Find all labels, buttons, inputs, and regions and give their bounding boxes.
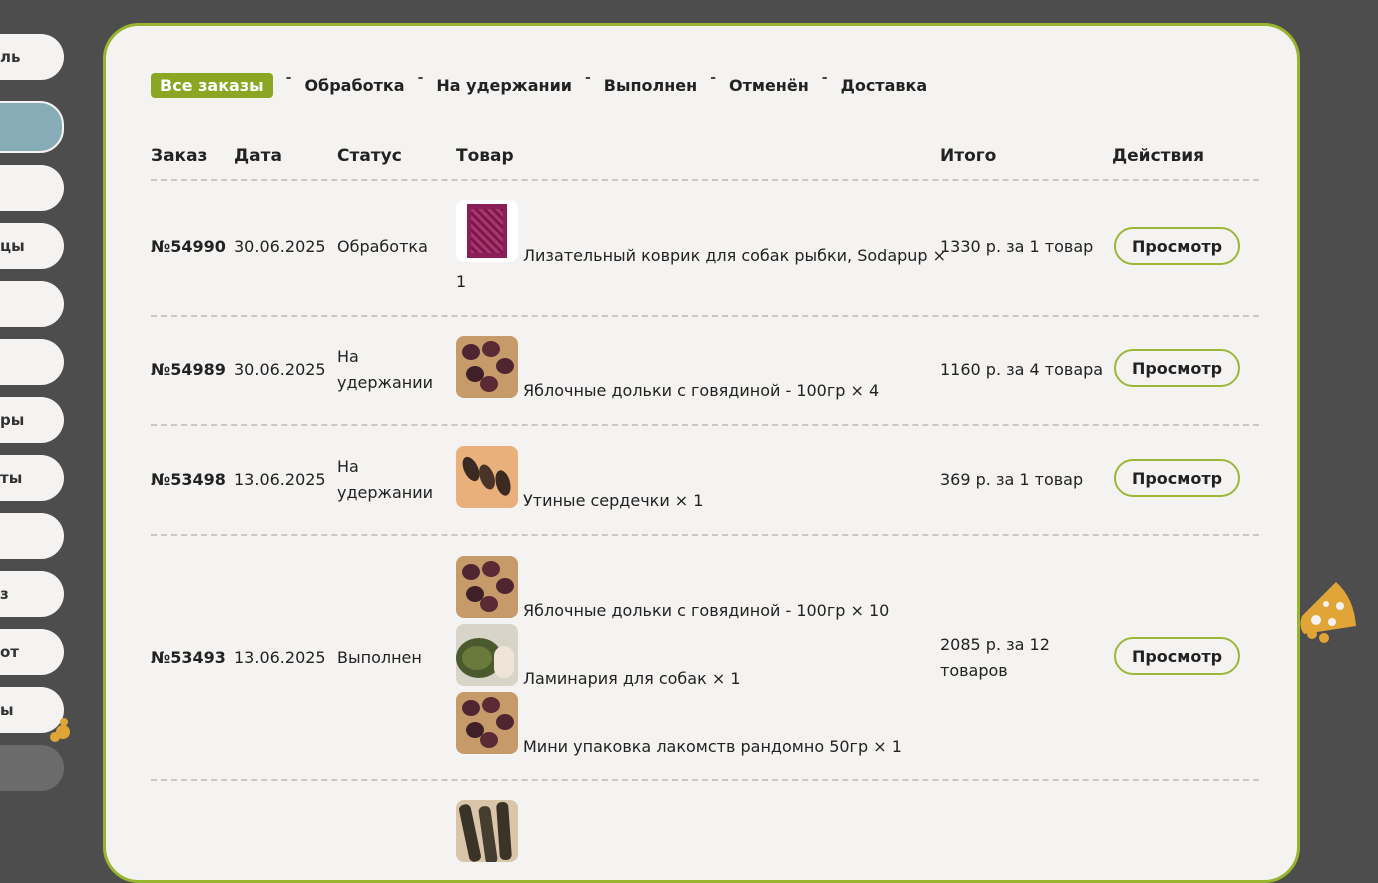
view-order-button[interactable]: Просмотр (1114, 349, 1240, 387)
view-order-button[interactable]: Просмотр (1114, 637, 1240, 675)
sidebar-item-label: ль (0, 48, 21, 66)
sidebar-item-3[interactable]: цы (0, 223, 64, 269)
divider (151, 179, 1259, 181)
product-thumbnail[interactable] (456, 556, 518, 618)
order-date: 13.06.2025 (234, 470, 326, 489)
sidebar-item-label: ры (0, 411, 25, 429)
product-quantity: 1 (456, 272, 467, 291)
order-total: 369 р. за 1 товар (940, 470, 1084, 489)
tab-on-hold[interactable]: На удержании (436, 73, 572, 98)
view-order-button[interactable]: Просмотр (1114, 227, 1240, 265)
order-status: Обработка (337, 237, 428, 256)
sidebar-item-8[interactable] (0, 513, 64, 559)
sidebar-item-label: з (0, 585, 9, 603)
product-name[interactable]: Яблочные дольки с говядиной - 100гр × 10 (523, 601, 889, 620)
order-filter-tabs: Все заказы - Обработка - На удержании - … (151, 69, 928, 98)
sidebar-item-9[interactable]: з (0, 571, 64, 617)
divider (151, 424, 1259, 426)
order-date: 13.06.2025 (234, 648, 326, 667)
order-number[interactable]: №54989 (151, 357, 226, 383)
order-total: 1330 р. за 1 товар (940, 237, 1094, 256)
product-name[interactable]: Мини упаковка лакомств рандомно 50гр × 1 (523, 737, 902, 756)
sidebar-item-label: ты (0, 469, 23, 487)
tab-separator: - (821, 69, 828, 86)
order-date: 30.06.2025 (234, 237, 326, 256)
tab-separator: - (417, 69, 424, 86)
order-status: На удержании (337, 347, 434, 392)
tab-cancelled[interactable]: Отменён (729, 73, 809, 98)
tab-separator: - (710, 69, 716, 86)
tab-separator: - (285, 69, 292, 86)
product-name[interactable]: Ламинария для собак × 1 (523, 669, 741, 688)
sidebar-item-11[interactable]: ы (0, 687, 64, 733)
product-thumbnail[interactable] (456, 624, 518, 686)
cheese-icon (1300, 582, 1356, 643)
order-status: На удержании (337, 457, 434, 502)
product-thumbnail[interactable] (456, 692, 518, 754)
sidebar-item-7[interactable]: ты (0, 455, 64, 501)
sidebar-item-10[interactable]: от (0, 629, 64, 675)
product-thumbnail[interactable] (456, 200, 518, 262)
sidebar-item-5[interactable] (0, 339, 64, 385)
tab-completed[interactable]: Выполнен (604, 73, 697, 98)
order-number[interactable]: №53498 (151, 467, 226, 493)
column-header-product: Товар (456, 146, 514, 166)
sidebar-item-2[interactable] (0, 165, 64, 211)
order-status: Выполнен (337, 648, 422, 667)
order-total: 2085 р. за 12 товаров (940, 635, 1050, 680)
product-name[interactable]: Лизательный коврик для собак рыбки, Soda… (523, 246, 946, 265)
column-header-order: Заказ (151, 146, 208, 166)
order-number[interactable]: №53493 (151, 645, 226, 671)
divider (151, 779, 1259, 781)
product-thumbnail[interactable] (456, 336, 518, 398)
column-header-actions: Действия (1112, 146, 1205, 166)
product-name[interactable]: Утиные сердечки × 1 (523, 491, 703, 510)
column-header-date: Дата (234, 146, 282, 166)
sidebar-item-1[interactable] (0, 101, 64, 153)
product-thumbnail[interactable] (456, 446, 518, 508)
sidebar-item-12[interactable] (0, 745, 64, 791)
sidebar-item-label: от (0, 643, 19, 661)
orders-panel: Все заказы - Обработка - На удержании - … (103, 23, 1300, 883)
divider (151, 315, 1259, 317)
order-number[interactable]: №54990 (151, 234, 226, 260)
sidebar-item-0[interactable]: ль (0, 34, 64, 80)
view-order-button[interactable]: Просмотр (1114, 459, 1240, 497)
sidebar-item-label: цы (0, 237, 25, 255)
tab-all-orders[interactable]: Все заказы (151, 73, 273, 98)
column-header-status: Статус (337, 146, 402, 166)
tab-separator: - (584, 69, 591, 86)
divider (151, 534, 1259, 536)
sidebar-item-4[interactable] (0, 281, 64, 327)
product-name[interactable]: Яблочные дольки с говядиной - 100гр × 4 (523, 381, 879, 400)
sidebar-item-label: ы (0, 701, 14, 719)
order-total: 1160 р. за 4 товара (940, 360, 1104, 379)
tab-delivery[interactable]: Доставка (841, 73, 928, 98)
column-header-total: Итого (940, 146, 997, 166)
product-thumbnail[interactable] (456, 800, 518, 862)
tab-processing[interactable]: Обработка (304, 73, 404, 98)
order-date: 30.06.2025 (234, 360, 326, 379)
sidebar-item-6[interactable]: ры (0, 397, 64, 443)
